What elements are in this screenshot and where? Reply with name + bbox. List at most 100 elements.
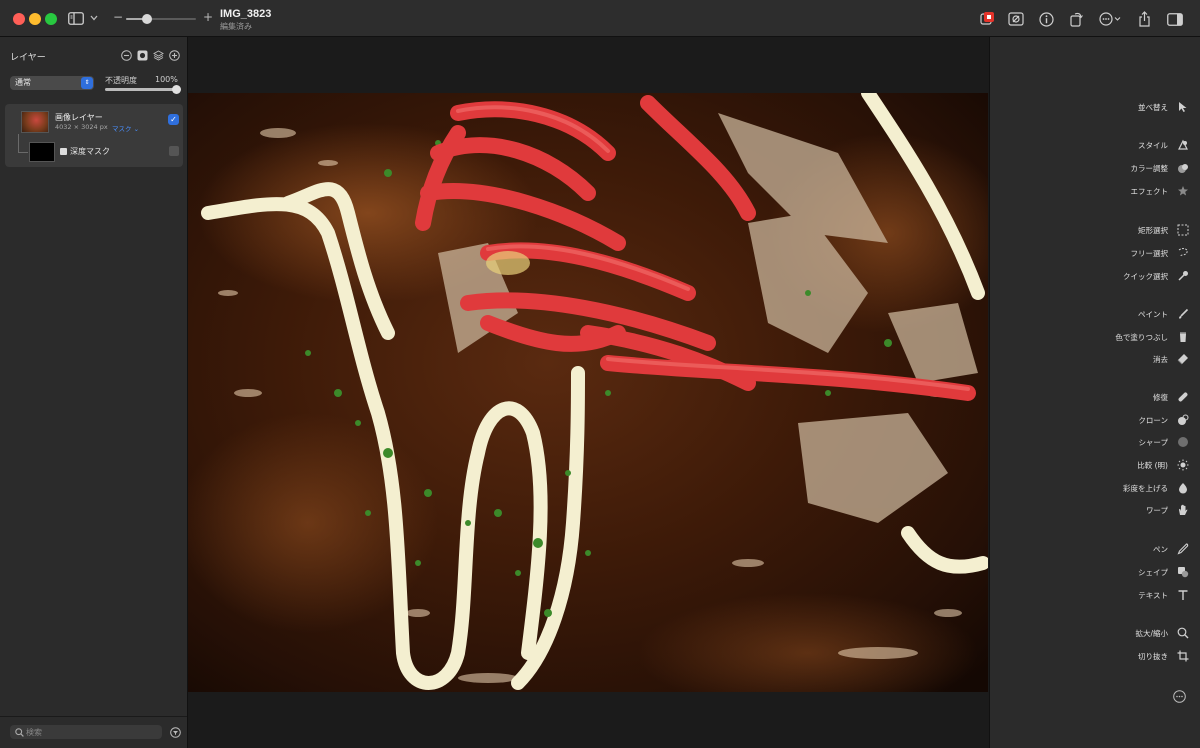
rotate-icon[interactable] bbox=[1067, 10, 1085, 28]
paint-bucket-icon bbox=[1176, 330, 1190, 344]
info-icon[interactable] bbox=[1037, 10, 1055, 28]
layer-visibility-checkbox[interactable]: ✓ bbox=[168, 114, 179, 125]
quick-select-icon bbox=[1176, 269, 1190, 283]
tool-eraser[interactable]: 消去 bbox=[1153, 352, 1190, 366]
search-input[interactable] bbox=[26, 725, 156, 739]
magnifier-icon bbox=[1176, 626, 1190, 640]
more-tools-icon[interactable] bbox=[1172, 689, 1186, 703]
tool-pen-nib[interactable]: ペン bbox=[1153, 542, 1190, 556]
tool-lasso-select[interactable]: フリー選択 bbox=[1131, 246, 1191, 260]
document-title: IMG_3823 bbox=[220, 8, 272, 20]
tool-color-adjust[interactable]: カラー調整 bbox=[1131, 161, 1191, 175]
zoom-window-button[interactable] bbox=[45, 13, 57, 25]
close-window-button[interactable] bbox=[13, 13, 25, 25]
tool-paint-brush[interactable]: ペイント bbox=[1138, 307, 1190, 321]
layer-item-image[interactable]: 画像レイヤー 4032 × 3024 px マスク ⌄ ✓ 深度マスク bbox=[5, 104, 183, 167]
tool-rect-select[interactable]: 矩形選択 bbox=[1138, 223, 1190, 237]
layer-search-box[interactable] bbox=[10, 725, 162, 739]
minimize-window-button[interactable] bbox=[29, 13, 41, 25]
tool-style-brush[interactable]: スタイル bbox=[1138, 138, 1190, 152]
photo-artwork bbox=[188, 93, 988, 692]
blend-mode-select[interactable]: 通常 ⇕ bbox=[10, 76, 94, 90]
photo-image[interactable] bbox=[188, 93, 988, 692]
tool-magnifier[interactable]: 拡大/縮小 bbox=[1135, 626, 1190, 640]
tool-label: 消去 bbox=[1153, 354, 1168, 364]
tool-label: 切り抜き bbox=[1138, 651, 1168, 661]
layer-mask-dropdown[interactable]: マスク ⌄ bbox=[112, 123, 139, 133]
divider bbox=[0, 716, 187, 717]
sun-icon bbox=[1176, 458, 1190, 472]
tool-label: シャープ bbox=[1138, 437, 1168, 447]
tool-effects-star[interactable]: エフェクト bbox=[1131, 184, 1191, 198]
mask-enable-checkbox[interactable] bbox=[169, 146, 179, 156]
tool-label: スタイル bbox=[1138, 140, 1168, 150]
layers-panel-title: レイヤー bbox=[10, 53, 46, 63]
document-status: 編集済み bbox=[220, 22, 252, 31]
layers-panel: レイヤー 通常 ⇕ 不透明度 100% 画像レイヤー 4032 × 3024 p… bbox=[0, 37, 188, 748]
mask-name: 深度マスク bbox=[70, 147, 110, 156]
add-layer-icon[interactable] bbox=[169, 50, 180, 61]
lasso-select-icon bbox=[1176, 246, 1190, 260]
sidebar-toggle-icon[interactable] bbox=[68, 9, 84, 27]
tool-clone-stamp[interactable]: クローン bbox=[1138, 413, 1190, 427]
tool-arrow-cursor[interactable]: 並べ替え bbox=[1138, 100, 1190, 114]
tree-connector bbox=[18, 134, 19, 152]
tools-panel: 並べ替えスタイルカラー調整エフェクト矩形選択フリー選択クイック選択ペイント色で塗… bbox=[989, 37, 1200, 748]
tool-paint-bucket[interactable]: 色で塗りつぶし bbox=[1115, 330, 1190, 344]
tool-label: 並べ替え bbox=[1138, 102, 1168, 112]
tool-shapes[interactable]: シェイプ bbox=[1138, 565, 1190, 579]
remove-layer-icon[interactable] bbox=[121, 50, 132, 61]
tool-label: シェイプ bbox=[1138, 567, 1168, 577]
updown-chevron-icon: ⇕ bbox=[81, 77, 93, 89]
tool-label: 色で塗りつぶし bbox=[1115, 332, 1168, 342]
title-bar: − + IMG_3823 編集済み bbox=[0, 0, 1200, 37]
tool-label: テキスト bbox=[1138, 590, 1168, 600]
crop-icon bbox=[1176, 649, 1190, 663]
tool-bandage[interactable]: 修復 bbox=[1153, 390, 1190, 404]
tool-saturate[interactable]: 彩度を上げる bbox=[1123, 481, 1190, 495]
tool-label: 比較 (明) bbox=[1137, 460, 1168, 470]
image-adjust-icon[interactable] bbox=[1007, 10, 1025, 28]
layer-dimensions: 4032 × 3024 px bbox=[55, 123, 108, 131]
opacity-slider-knob[interactable] bbox=[172, 85, 181, 94]
tool-label: エフェクト bbox=[1130, 186, 1169, 196]
tool-quick-select[interactable]: クイック選択 bbox=[1123, 269, 1190, 283]
tool-label: フリー選択 bbox=[1130, 248, 1169, 258]
image-canvas[interactable] bbox=[188, 37, 989, 748]
tool-label: ワープ bbox=[1145, 505, 1168, 515]
zoom-in-button[interactable]: + bbox=[203, 10, 213, 24]
mask-thumbnail bbox=[29, 142, 55, 162]
inspector-toggle-icon[interactable] bbox=[1166, 10, 1184, 28]
warp-hand-icon bbox=[1176, 503, 1190, 517]
blend-mode-value: 通常 bbox=[15, 78, 31, 87]
opacity-label: 不透明度 bbox=[105, 76, 137, 85]
tool-label: 修復 bbox=[1153, 392, 1168, 402]
tool-text-tool[interactable]: テキスト bbox=[1138, 588, 1190, 602]
tool-sun[interactable]: 比較 (明) bbox=[1137, 458, 1190, 472]
depth-mask-icon bbox=[60, 148, 67, 155]
zoom-slider[interactable] bbox=[126, 14, 196, 24]
more-options-icon[interactable] bbox=[1098, 10, 1124, 28]
clone-stamp-icon bbox=[1176, 413, 1190, 427]
tool-label: カラー調整 bbox=[1130, 163, 1169, 173]
history-revert-icon[interactable] bbox=[978, 10, 996, 28]
style-brush-icon bbox=[1176, 138, 1190, 152]
share-icon[interactable] bbox=[1135, 10, 1153, 28]
sharpen-icon bbox=[1176, 435, 1190, 449]
chevron-down-icon[interactable] bbox=[89, 9, 99, 27]
zoom-out-button[interactable]: − bbox=[113, 10, 123, 24]
rect-select-icon bbox=[1176, 223, 1190, 237]
opacity-value: 100% bbox=[155, 75, 178, 84]
layer-stack-icon[interactable] bbox=[153, 50, 164, 61]
tool-sharpen[interactable]: シャープ bbox=[1138, 435, 1190, 449]
saturate-icon bbox=[1176, 481, 1190, 495]
tool-label: クイック選択 bbox=[1123, 271, 1168, 281]
opacity-slider[interactable] bbox=[105, 85, 181, 94]
layer-name: 画像レイヤー bbox=[55, 113, 103, 122]
tool-warp-hand[interactable]: ワープ bbox=[1146, 503, 1190, 517]
zoom-slider-knob[interactable] bbox=[142, 14, 152, 24]
filter-icon[interactable] bbox=[169, 726, 181, 738]
effects-star-icon bbox=[1176, 184, 1190, 198]
tool-crop[interactable]: 切り抜き bbox=[1138, 649, 1190, 663]
layer-mask-icon[interactable] bbox=[137, 50, 148, 61]
